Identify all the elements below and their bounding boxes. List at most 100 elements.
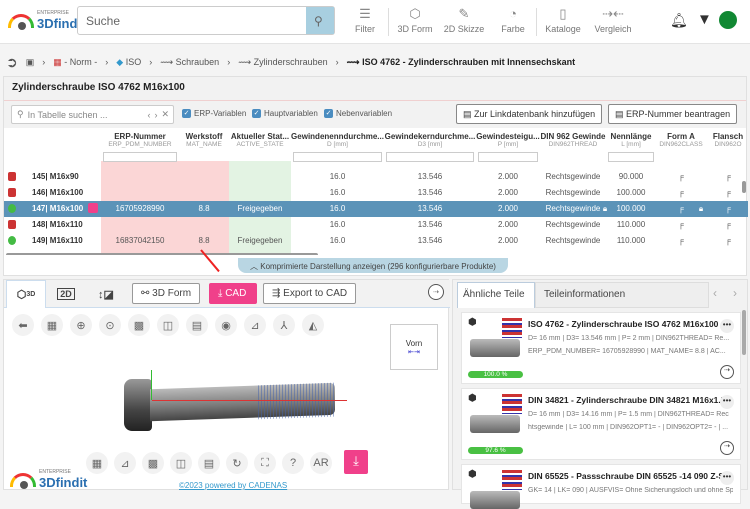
axes-icon[interactable]: ⅄ [273, 314, 295, 336]
column-filter-input[interactable] [386, 152, 474, 162]
cell-d: 16.0 [329, 236, 346, 245]
back-icon[interactable]: ➲ [6, 54, 18, 71]
similar-parts-panel: Ähnliche Teile Teileinformationen ‹ › ⬢ … [452, 279, 748, 509]
export-icon: ⇶ [272, 288, 281, 299]
avatar[interactable] [719, 11, 737, 29]
column-header[interactable]: Werkstoff MAT_NAME [179, 129, 229, 161]
section-icon[interactable]: ◫ [170, 452, 192, 474]
table-row[interactable]: 148| M16x110 16.0 13.546 2.000 Rechtsgewind… [4, 217, 748, 233]
prev-icon[interactable]: ‹ [147, 110, 150, 120]
back-icon[interactable]: ⬅ [12, 314, 34, 336]
similar-part-card[interactable]: ⬢ ISO 4762 - Zylinderschraube ISO 4762 M… [461, 312, 741, 384]
search-icon: ⚲ [314, 14, 323, 28]
compare-icon[interactable]: ⇢ [720, 441, 734, 455]
next-icon[interactable]: › [154, 110, 157, 120]
help-icon[interactable]: ? [282, 452, 304, 474]
home-icon[interactable]: ▣ [26, 57, 35, 68]
prev-tab-icon[interactable]: ‹ [713, 286, 717, 300]
more-icon[interactable]: ••• [720, 395, 734, 409]
logo[interactable]: ENTERPRISE 3Dfindit [8, 10, 85, 31]
tab-3d[interactable]: ⬡ 3D [6, 280, 46, 308]
column-header[interactable]: Form A DIN962CLASS [656, 129, 706, 161]
add-to-link-database-button[interactable]: ▤ Zur Linkdatenbank hinzufügen [456, 104, 603, 124]
rotate-icon[interactable]: ↻ [226, 452, 248, 474]
shaded-icon[interactable]: ▩ [142, 452, 164, 474]
column-header[interactable]: Flansch DIN962O [706, 129, 748, 161]
label: Flansch [712, 132, 744, 141]
column-header[interactable]: Aktueller Stat... ACTIVE_STATE [229, 129, 291, 161]
view-cube[interactable]: Vorn ⇤⇥ [390, 324, 438, 370]
breadcrumb-item[interactable]: ⟿ Schrauben [160, 57, 219, 68]
column-header[interactable]: DIN 962 Gewinde DIN962THREAD [540, 129, 606, 161]
secondary-variables-checkbox[interactable]: ✓ Nebenvariablen [324, 109, 392, 118]
main-variables-checkbox[interactable]: ✓ Hauptvariablen [252, 109, 318, 118]
breadcrumb-item[interactable]: ▦ - Norm - [53, 57, 97, 68]
3d-form-button[interactable]: ⬡ 3D Form [396, 6, 434, 34]
compare-icon[interactable]: ⇢ [428, 284, 444, 300]
table-search-input[interactable]: ⚲ In Tabelle suchen ... ‹ › ✕ [11, 105, 174, 124]
tab-2d[interactable]: 2D [46, 280, 86, 308]
wireframe-icon[interactable]: ▦ [86, 452, 108, 474]
part-thumbnail [470, 491, 520, 509]
cad-download-button[interactable]: ⤓ CAD [209, 283, 257, 304]
download-button[interactable]: ⤓ [344, 450, 368, 474]
column-filter-input[interactable] [478, 152, 538, 162]
table-row[interactable]: 146| M16x100 16.0 13.546 2.000 Rechtsgewind… [4, 185, 748, 201]
compare-icon[interactable]: ⇢ [720, 365, 734, 379]
clear-icon[interactable]: ✕ [161, 109, 173, 120]
zoom-icon[interactable]: ⊙ [99, 314, 121, 336]
tab-part-info[interactable]: Teileinformationen [535, 282, 709, 308]
download-icon[interactable] [88, 203, 98, 213]
catalogs-button[interactable]: ▯ Kataloge [543, 6, 583, 34]
measure-icon[interactable]: ⊿ [114, 452, 136, 474]
table-row[interactable]: 149| M16x110 16837042150 8.8 Freigegeben 16… [4, 233, 748, 249]
similar-part-card[interactable]: ⬢ DIN 65525 - Passschraube DIN 65525 -14… [461, 464, 741, 509]
vertical-scrollbar[interactable] [742, 181, 746, 193]
column-filter-input[interactable] [293, 152, 382, 162]
tab-similar-parts[interactable]: Ähnliche Teile [457, 282, 535, 308]
export-to-cad-button[interactable]: ⇶ Export to CAD [263, 283, 357, 304]
measure-icon[interactable]: ⊿ [244, 314, 266, 336]
2d-sketch-button[interactable]: ✎ 2D Skizze [442, 6, 486, 34]
search-button[interactable]: ⚲ [306, 7, 334, 34]
more-icon[interactable]: ••• [720, 471, 734, 485]
tab-dimensions[interactable]: ↕◪ [86, 280, 126, 308]
color-button[interactable]: ◔ Farbe [498, 6, 528, 34]
horizontal-scrollbar[interactable] [6, 253, 318, 255]
similar-part-card[interactable]: ⬢ DIN 34821 - Zylinderschraube DIN 34821… [461, 388, 741, 460]
section-icon[interactable]: ◫ [157, 314, 179, 336]
next-tab-icon[interactable]: › [733, 286, 737, 300]
search-input[interactable]: Suche ⚲ [77, 6, 335, 35]
zoom-fit-icon[interactable]: ⊕ [70, 314, 92, 336]
table-icon[interactable]: ▤ [198, 452, 220, 474]
erp-variables-checkbox[interactable]: ✓ ERP-Variablen [182, 109, 246, 118]
row-name: 145| M16x90 [32, 172, 79, 181]
filter-button[interactable]: ☰ Filter [350, 6, 380, 34]
breadcrumb-item[interactable]: ⟿ Zylinderschrauben [238, 57, 327, 68]
wireframe-icon[interactable]: ▦ [41, 314, 63, 336]
fullscreen-icon[interactable]: ⛶ [254, 452, 276, 474]
vertical-scrollbar[interactable] [742, 310, 746, 355]
breadcrumb-item[interactable]: ◆ ISO [116, 57, 141, 68]
column-filter-input[interactable] [103, 152, 177, 162]
ar-icon[interactable]: AR [310, 452, 332, 474]
table-row[interactable]: 145| M16x90 16.0 13.546 2.000 Rechtsgewinde… [4, 169, 748, 185]
explode-icon[interactable]: ◭ [302, 314, 324, 336]
column-filter-input[interactable] [608, 152, 654, 162]
label: DIN 962 Gewinde [540, 132, 606, 141]
shaded-icon[interactable]: ▩ [128, 314, 150, 336]
bell-icon[interactable]: 🔔︎ [670, 12, 688, 29]
cadenas-link[interactable]: ©2023 powered by CADENAS [179, 481, 287, 490]
compare-button[interactable]: ⇢⇠ Vergleich [592, 6, 634, 34]
3d-form-button[interactable]: ⚯ 3D Form [132, 283, 201, 304]
camera-icon[interactable]: ◉ [215, 314, 237, 336]
screw-icon: ⟿ [346, 56, 360, 67]
table-icon[interactable]: ▤ [186, 314, 208, 336]
compressed-view-toggle[interactable]: ︿ Komprimierte Darstellung anzeigen (296… [238, 258, 508, 273]
request-erp-number-button[interactable]: ▤ ERP-Nummer beantragen [608, 104, 738, 124]
table-row[interactable]: 147| M16x100 16705928990 8.8 Freigegeben 16… [4, 201, 748, 217]
funnel-icon[interactable]: ▼ [697, 11, 712, 28]
sublabel: P [mm] [497, 141, 519, 148]
more-icon[interactable]: ••• [720, 319, 734, 333]
globe-icon: ◆ [116, 56, 124, 67]
